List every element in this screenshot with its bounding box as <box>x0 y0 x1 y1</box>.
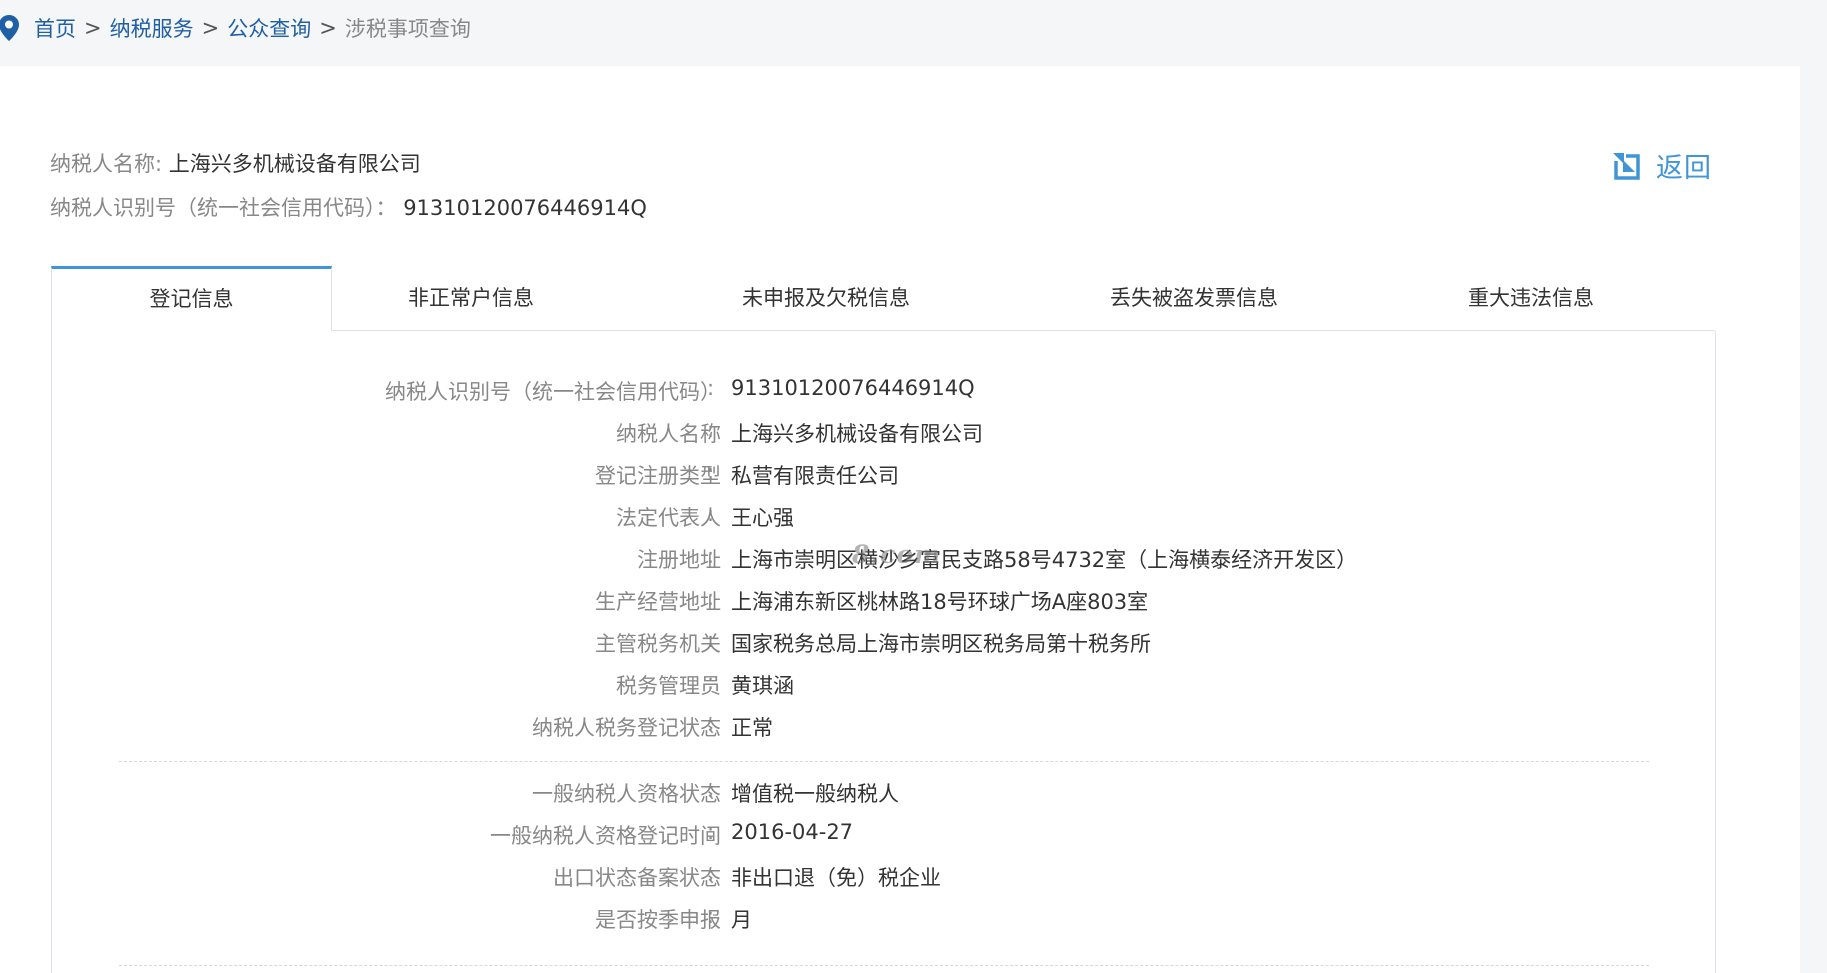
registration-row: 纳税人名称 : 上海兴多机械设备有限公司 <box>52 418 1652 448</box>
registration-row: 主管税务机关 : 国家税务总局上海市崇明区税务局第十税务所 <box>52 628 1652 658</box>
field-colon: : <box>707 778 715 802</box>
registration-row: 登记注册类型 : 私营有限责任公司 <box>52 460 1652 490</box>
breadcrumb-home-link[interactable]: 首页 <box>34 13 76 43</box>
registration-row: 是否按季申报 : 月 <box>52 904 1652 934</box>
breadcrumb-tax-service-link[interactable]: 纳税服务 <box>110 13 194 43</box>
field-colon: : <box>707 712 715 736</box>
field-label: 纳税人名称 <box>616 422 721 446</box>
breadcrumb-separator: > <box>201 16 220 40</box>
tab-abnormal-account-info[interactable]: 非正常户信息 <box>341 266 601 330</box>
tab-bar: 登记信息 非正常户信息 未申报及欠税信息 丢失被盗发票信息 重大违法信息 <box>51 266 1715 332</box>
field-label: 法定代表人 <box>616 506 721 530</box>
field-colon: : <box>707 376 715 400</box>
back-icon <box>1613 152 1640 180</box>
field-label: 一般纳税人资格状态 <box>532 782 721 806</box>
taxpayer-name-label: 纳税人名称: <box>50 152 163 176</box>
field-value: 上海市崇明区横沙乡富民支路58号4732室（上海横泰经济开发区） <box>731 548 1358 572</box>
field-value: 黄琪涵 <box>731 674 794 698</box>
field-value: 国家税务总局上海市崇明区税务局第十税务所 <box>731 632 1151 656</box>
main-panel: 纳税人名称: 上海兴多机械设备有限公司 纳税人识别号（统一社会信用代码）： 91… <box>0 66 1800 973</box>
field-colon: : <box>707 628 715 652</box>
field-value: 上海浦东新区桃林路18号环球广场A座803室 <box>731 590 1149 614</box>
tab-major-violation-info[interactable]: 重大违法信息 <box>1396 266 1666 330</box>
taxpayer-name-line: 纳税人名称: 上海兴多机械设备有限公司 <box>50 148 421 178</box>
tab-registration-info[interactable]: 登记信息 <box>51 266 332 332</box>
field-value: 91310120076446914Q <box>731 376 975 400</box>
field-colon: : <box>707 544 715 568</box>
field-label: 纳税人识别号（统一社会信用代码） <box>385 380 721 404</box>
field-value: 上海兴多机械设备有限公司 <box>731 422 983 446</box>
tab-lost-invoice-info[interactable]: 丢失被盗发票信息 <box>1044 266 1344 330</box>
registration-row: 生产经营地址 : 上海浦东新区桃林路18号环球广场A座803室 <box>52 586 1652 616</box>
registration-row: 纳税人识别号（统一社会信用代码） : 91310120076446914Q <box>52 376 1652 406</box>
field-label: 生产经营地址 <box>595 590 721 614</box>
registration-row: 注册地址 : 上海市崇明区横沙乡富民支路58号4732室（上海横泰经济开发区） <box>52 544 1652 574</box>
taxpayer-id-value: 91310120076446914Q <box>403 196 647 220</box>
breadcrumb-separator: > <box>84 16 102 40</box>
breadcrumb: 首页 > 纳税服务 > 公众查询 > 涉税事项查询 <box>0 0 471 56</box>
field-colon: : <box>707 418 715 442</box>
location-pin-icon <box>0 15 19 41</box>
section-divider <box>119 965 1649 966</box>
breadcrumb-current: 涉税事项查询 <box>344 17 471 41</box>
field-colon: : <box>707 670 715 694</box>
breadcrumb-separator: > <box>319 16 337 40</box>
registration-row: 一般纳税人资格状态 : 增值税一般纳税人 <box>52 778 1652 808</box>
field-label: 登记注册类型 <box>595 464 721 488</box>
field-colon: : <box>707 862 715 886</box>
field-label: 主管税务机关 <box>595 632 721 656</box>
back-button[interactable]: 返回 <box>1612 146 1712 185</box>
field-label: 一般纳税人资格登记时间 <box>490 824 721 848</box>
field-value: 私营有限责任公司 <box>731 464 899 488</box>
field-value: 月 <box>731 908 752 932</box>
field-value: 增值税一般纳税人 <box>731 782 899 806</box>
taxpayer-id-line: 纳税人识别号（统一社会信用代码）： 91310120076446914Q <box>50 192 647 222</box>
taxpayer-id-label: 纳税人识别号（统一社会信用代码）： <box>50 196 397 220</box>
field-value: 王心强 <box>731 506 794 530</box>
field-colon: : <box>707 904 715 928</box>
taxpayer-name-value: 上海兴多机械设备有限公司 <box>168 152 421 176</box>
field-colon: : <box>707 586 715 610</box>
field-label: 税务管理员 <box>616 674 721 698</box>
field-colon: : <box>707 502 715 526</box>
field-label: 是否按季申报 <box>595 908 721 932</box>
field-value: 2016-04-27 <box>731 820 854 844</box>
field-label: 出口状态备案状态 <box>553 866 721 890</box>
registration-row: 税务管理员 : 黄琪涵 <box>52 670 1652 700</box>
registration-row: 一般纳税人资格登记时间 : 2016-04-27 <box>52 820 1652 850</box>
registration-row: 法定代表人 : 王心强 <box>52 502 1652 532</box>
breadcrumb-public-query-link[interactable]: 公众查询 <box>227 13 311 43</box>
field-value: 非出口退（免）税企业 <box>731 866 941 890</box>
section-divider <box>119 761 1649 762</box>
registration-row: 纳税人税务登记状态 : 正常 <box>52 712 1652 742</box>
field-value: 正常 <box>731 716 773 740</box>
field-colon: : <box>707 820 715 844</box>
back-label: 返回 <box>1656 153 1712 184</box>
field-colon: : <box>707 460 715 484</box>
registration-row: 出口状态备案状态 : 非出口退（免）税企业 <box>52 862 1652 892</box>
field-label: 纳税人税务登记状态 <box>532 716 721 740</box>
registration-info-content: 纳税人识别号（统一社会信用代码） : 91310120076446914Q 纳税… <box>51 331 1716 973</box>
tab-undeclared-arrears-info[interactable]: 未申报及欠税信息 <box>676 266 976 330</box>
